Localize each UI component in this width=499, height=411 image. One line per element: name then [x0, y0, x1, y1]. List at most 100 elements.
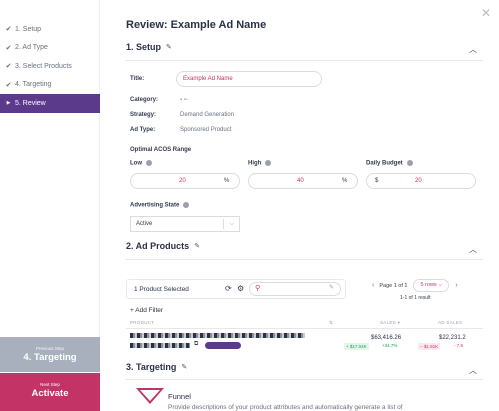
ad-type-label: Ad Type: — [130, 127, 156, 133]
daily-budget-label-text: Daily Budget — [366, 160, 403, 167]
pagination: ‹ Page 1 of 1 5 rows ⌵ › — [372, 279, 458, 292]
product-asin-redacted — [130, 343, 190, 348]
high-label-text: High — [248, 160, 262, 167]
advertising-state-label: Advertising State — [130, 202, 190, 209]
ad-products-heading: 2. Ad Products — [126, 241, 190, 251]
info-icon[interactable] — [183, 202, 190, 208]
ad-type-value: Sponsored Product — [180, 127, 232, 133]
setup-heading: 1. Setup — [126, 42, 162, 52]
daily-budget-value: 20 — [415, 178, 422, 184]
chevron-right-icon[interactable]: › — [455, 282, 457, 289]
acos-high-value: 40 — [297, 178, 304, 184]
strategy-label: Strategy: — [130, 112, 157, 118]
acos-heading: Optimal ACOS Range — [130, 147, 192, 153]
next-step-caption: Next Step — [40, 382, 60, 387]
title-label: Title: — [130, 76, 145, 82]
category-label: Category: — [130, 97, 159, 103]
activate-button[interactable]: Next Step Activate — [0, 373, 100, 411]
chevron-left-icon[interactable]: ‹ — [372, 282, 374, 289]
column-header-product[interactable]: PRODUCT — [130, 320, 154, 325]
divider — [126, 259, 483, 260]
add-filter-button[interactable]: + Add Filter — [130, 307, 163, 314]
low-label-text: Low — [130, 160, 142, 167]
close-icon[interactable]: ✕ — [481, 6, 491, 20]
column-header-ad-sales[interactable]: AD SALES — [438, 320, 462, 325]
product-search-input[interactable]: ⚲ ✎ — [249, 282, 341, 296]
page-title: Review: Example Ad Name — [126, 19, 267, 31]
divider — [126, 379, 483, 380]
sales-percent: +34.7% — [382, 343, 398, 348]
chevron-up-icon[interactable]: ︿ — [469, 44, 477, 55]
sort-icon[interactable]: ⇅ — [329, 320, 333, 326]
acos-high-input[interactable]: 40 % — [248, 173, 358, 189]
wizard-sidebar: ✔ 1. Setup ✔ 2. Ad Type ✔ 3. Select Product… — [0, 0, 100, 411]
info-icon[interactable] — [406, 160, 413, 166]
percent-unit: % — [224, 178, 230, 184]
chevron-up-icon[interactable]: ︿ — [469, 244, 477, 255]
info-icon[interactable] — [265, 160, 272, 166]
previous-step-caption: Previous Step — [35, 346, 64, 351]
pencil-icon[interactable]: ✎ — [194, 242, 200, 250]
low-label: Low — [130, 160, 152, 167]
advertising-state-select[interactable]: Active ⌵ — [130, 216, 240, 232]
step-label: 5. Review — [15, 99, 46, 107]
product-toolbar: 1 Product Selected ⟳ ⚙ ⚲ ✎ — [126, 279, 346, 299]
column-header-sales[interactable]: SALES ▾ — [380, 320, 400, 326]
check-icon: ✔ — [5, 63, 12, 71]
pencil-icon[interactable]: ✎ — [181, 363, 187, 371]
refresh-icon[interactable]: ⟳ — [225, 284, 232, 293]
step-label: 4. Targeting — [15, 81, 52, 89]
column-header-sales-text: SALES — [380, 320, 397, 325]
previous-step-button[interactable]: Previous Step 4. Targeting — [0, 337, 100, 372]
table-header-divider — [126, 328, 483, 329]
high-label: High — [248, 160, 272, 167]
check-icon: ✔ — [5, 44, 12, 52]
pencil-icon[interactable]: ✎ — [329, 284, 334, 291]
step-label: 3. Select Products — [15, 62, 72, 70]
title-field[interactable]: Example Ad Name — [176, 71, 322, 87]
select-separator — [223, 219, 224, 229]
currency-prefix: $ — [375, 178, 379, 184]
acos-low-value: 20 — [179, 178, 186, 184]
check-icon: ✔ — [5, 26, 12, 34]
ad-sales-percent: - 7.5 — [454, 343, 464, 348]
daily-budget-input[interactable]: $ 20 — [366, 173, 476, 189]
step-ad-type[interactable]: ✔ 2. Ad Type — [0, 39, 100, 58]
product-name-redacted — [130, 333, 305, 338]
step-targeting[interactable]: ✔ 4. Targeting — [0, 76, 100, 95]
step-list: ✔ 1. Setup ✔ 2. Ad Type ✔ 3. Select Product… — [0, 20, 100, 113]
pencil-icon[interactable]: ✎ — [166, 43, 172, 51]
funnel-description: Provide descriptions of your product att… — [168, 404, 403, 411]
funnel-icon-inner — [140, 390, 160, 401]
acos-low-input[interactable]: 20 % — [130, 173, 240, 189]
targeting-heading: 3. Targeting — [126, 362, 177, 372]
rows-per-page-select[interactable]: 5 rows ⌵ — [413, 279, 450, 292]
sales-delta: + $17.04K — [344, 343, 369, 350]
check-icon: ✔ — [5, 81, 12, 89]
category-value-redacted: ▪ ▪▫ — [180, 97, 189, 103]
search-icon: ⚲ — [255, 285, 261, 292]
external-link-icon[interactable]: ⧉ — [194, 341, 198, 348]
step-select-products[interactable]: ✔ 3. Select Products — [0, 57, 100, 76]
result-count: 1-1 of 1 result — [400, 295, 431, 301]
info-icon[interactable] — [146, 160, 152, 166]
previous-step-label: 4. Targeting — [23, 352, 77, 363]
gear-icon[interactable]: ⚙ — [237, 284, 244, 293]
chevron-up-icon[interactable]: ︿ — [469, 365, 477, 376]
step-setup[interactable]: ✔ 1. Setup — [0, 20, 100, 39]
daily-budget-label: Daily Budget — [366, 160, 413, 167]
advertising-state-value: Active — [136, 221, 153, 227]
setup-section-header[interactable]: 1. Setup ✎ — [126, 42, 172, 52]
page-indicator: Page 1 of 1 — [379, 282, 408, 289]
percent-unit: % — [342, 178, 348, 184]
targeting-section-header[interactable]: 3. Targeting ✎ — [126, 362, 187, 372]
chevron-down-icon: ⌵ — [229, 220, 234, 227]
chevron-right-icon: ▶ — [6, 100, 11, 107]
next-step-label: Activate — [31, 388, 69, 399]
ad-products-section-header[interactable]: 2. Ad Products ✎ — [126, 241, 200, 251]
rows-per-page-value: 5 rows — [420, 282, 437, 288]
step-label: 1. Setup — [15, 25, 42, 33]
funnel-label: Funnel — [168, 392, 191, 401]
product-tag — [205, 342, 241, 349]
step-review[interactable]: ▶ 5. Review — [0, 94, 100, 113]
